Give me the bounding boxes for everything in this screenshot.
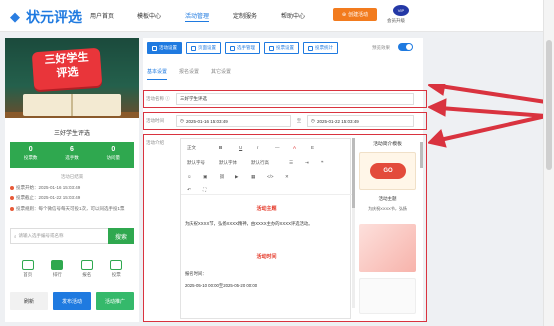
stat-visits-label: 访问量 — [106, 155, 121, 160]
annotation-arrows — [428, 84, 547, 148]
info-rules: 投票规则：每个微信号每天可投1次，可以同选手投1票 — [10, 205, 134, 212]
home-icon — [21, 260, 34, 270]
search-button[interactable]: 搜索 — [108, 228, 134, 244]
info-rules-text: 投票规则：每个微信号每天可投1次，可以同选手投1票 — [16, 206, 125, 211]
arrow-group — [428, 84, 547, 148]
rule-icon — [10, 206, 14, 211]
stat-votes-num: 0 — [28, 146, 33, 153]
preview-toggle[interactable] — [398, 43, 413, 51]
tab-signup-label: 报名 — [82, 272, 92, 277]
tab-vote-stats-label: 投票统计 — [315, 45, 333, 50]
signup-icon — [80, 260, 93, 270]
nav-activity-manage[interactable]: 活动管理 — [185, 11, 210, 22]
nav-custom-service[interactable]: 定制服务 — [233, 11, 257, 20]
stats-panel: 0 投票数 6 选手数 0 访问量 — [10, 142, 134, 168]
vip-icon[interactable]: VIP — [393, 5, 409, 16]
arrow-1-shaft — [439, 84, 547, 104]
tab-home[interactable]: 首页 — [18, 260, 38, 278]
preview-toggle-label: 预览效果 — [372, 45, 390, 50]
toggle-knob — [406, 44, 412, 50]
info-end-text: 投票截止：2025-01-22 15:03:49 — [16, 195, 81, 200]
highlight-time-row — [143, 112, 427, 130]
activity-title: 三好学生评选 — [53, 131, 90, 137]
rank-icon — [51, 260, 64, 270]
nav-help[interactable]: 帮助中心 — [281, 11, 305, 20]
tab-page-settings-label: 页面设置 — [198, 45, 216, 50]
cover-book — [23, 94, 121, 116]
arrow-2-head — [428, 98, 447, 117]
tab-contestant-manage-label: 选手管理 — [237, 45, 255, 50]
info-start: 投票开始：2025-01-16 15:03:49 — [10, 185, 80, 191]
plus-icon: ⊕ — [341, 11, 347, 18]
search-bar: ⌕ 请输入选手编号或名称 搜索 — [10, 228, 134, 244]
sub-tabs: 基本设置 报名设置 其它设置 — [147, 68, 231, 75]
promote-button[interactable]: 活动推广 — [96, 292, 134, 310]
logo[interactable]: ◆ 状元评选 — [10, 7, 82, 27]
arrow-3-shaft — [439, 114, 547, 142]
vote-icon — [110, 260, 123, 270]
tab-vote-settings-label: 投票设置 — [276, 45, 294, 50]
tab-page-settings[interactable]: 页面设置 — [186, 42, 221, 54]
tab-vote[interactable]: 投票 — [106, 260, 126, 278]
vote-settings-icon — [269, 45, 274, 51]
preview-actions: 刷新 发布活动 活动推广 — [5, 292, 139, 310]
tab-vote-label: 投票 — [111, 272, 121, 277]
subtab-signup[interactable]: 报名设置 — [179, 68, 199, 75]
page-icon — [191, 45, 196, 51]
search-icon: ⌕ — [14, 233, 17, 239]
clock-icon — [10, 195, 14, 200]
arrow-3-head — [428, 129, 447, 148]
settings-toolbar: 活动设置 页面设置 选手管理 投票设置 投票统计 — [147, 42, 338, 54]
settings-panel: 活动设置 页面设置 选手管理 投票设置 投票统计 预览效果 基本设置 报名设置 … — [143, 38, 427, 322]
tab-rank[interactable]: 排行 — [47, 260, 67, 278]
stat-contestants: 6 选手数 — [51, 142, 92, 168]
info-end: 投票截止：2025-01-22 15:03:49 — [10, 195, 80, 201]
publish-button[interactable]: 发布活动 — [53, 292, 91, 310]
highlight-name-row — [143, 90, 427, 108]
activity-status: 活动已结束 — [60, 174, 84, 179]
tab-signup[interactable]: 报名 — [77, 260, 97, 278]
tab-activity-settings[interactable]: 活动设置 — [147, 42, 182, 54]
tab-contestant-manage[interactable]: 选手管理 — [225, 42, 260, 54]
cover-image: 三好学生 评选 — [5, 38, 139, 118]
search-input[interactable]: ⌕ 请输入选手编号或名称 — [10, 228, 108, 244]
create-label: 创建活动 — [348, 12, 369, 18]
chart-icon — [308, 45, 313, 51]
stat-votes: 0 投票数 — [10, 142, 51, 168]
tab-vote-stats[interactable]: 投票统计 — [303, 42, 338, 54]
stat-contestants-label: 选手数 — [65, 155, 79, 160]
stat-votes-label: 投票数 — [23, 155, 38, 160]
stat-contestants-num: 6 — [70, 146, 74, 153]
tab-rank-label: 排行 — [52, 272, 62, 277]
users-icon — [230, 45, 235, 51]
search-placeholder: 请输入选手编号或名称 — [18, 233, 64, 238]
stat-visits-num: 0 — [111, 146, 116, 153]
refresh-button[interactable]: 刷新 — [10, 292, 48, 310]
tab-vote-settings[interactable]: 投票设置 — [264, 42, 299, 54]
highlight-editor — [143, 134, 427, 322]
nav-templates[interactable]: 模板中心 — [137, 11, 161, 20]
create-activity-button[interactable]: ⊕ 创建活动 — [333, 8, 377, 21]
tab-home-label: 首页 — [23, 272, 33, 277]
stat-visits: 0 访问量 — [93, 142, 134, 168]
clock-icon — [10, 185, 14, 190]
subtab-underline — [147, 79, 167, 80]
tab-activity-settings-label: 活动设置 — [159, 45, 177, 50]
page-scrollbar[interactable] — [543, 0, 554, 326]
arrow-1-head — [428, 84, 446, 96]
info-start-text: 投票开始：2025-01-16 15:03:49 — [16, 185, 81, 190]
nav-home[interactable]: 用户首页 — [90, 11, 114, 20]
gear-icon — [152, 45, 157, 51]
mobile-tabbar: 首页 排行 报名 投票 — [5, 260, 139, 278]
subtab-other[interactable]: 其它设置 — [211, 68, 231, 75]
mobile-preview: 三好学生 评选 三好学生评选 0 投票数 6 选手数 0 访问量 活动已结束 投票开始… — [5, 38, 139, 322]
logo-text: 状元评选 — [26, 10, 82, 26]
subtab-basic[interactable]: 基本设置 — [147, 68, 167, 75]
cover-title: 三好学生 评选 — [34, 50, 100, 82]
top-bar: ◆ 状元评选 用户首页 模板中心 活动管理 定制服务 帮助中心 ⊕ 创建活动 V… — [0, 0, 554, 32]
vip-upgrade-link[interactable]: 会员升级 — [387, 18, 405, 24]
logo-icon: ◆ — [10, 9, 20, 24]
arrow-2-shaft — [439, 106, 547, 118]
page-scrollbar-thumb[interactable] — [546, 40, 552, 170]
